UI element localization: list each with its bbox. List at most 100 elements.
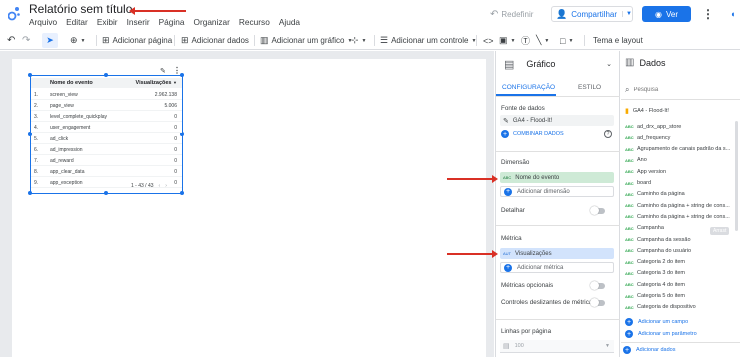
view-button[interactable]: ◉ Ver — [642, 6, 691, 22]
report-editor: Relatório sem título Arquivo Editar Exib… — [0, 0, 740, 357]
chevron-left-icon[interactable]: ‹ — [159, 183, 161, 189]
resize-handle[interactable] — [104, 73, 108, 77]
dimension-chip[interactable]: ABC Nome do evento — [500, 172, 614, 183]
resize-handle[interactable] — [28, 191, 32, 195]
tab-style[interactable]: ESTILO — [578, 84, 601, 91]
add-chart-button[interactable]: ▥ Adicionar um gráfico ▼ — [260, 33, 352, 48]
table-row[interactable]: 2. page_view 5.006 — [31, 100, 182, 111]
redo-button[interactable]: ↶ Redefinir — [490, 6, 533, 22]
field-item[interactable]: ABC Agrupamento de canais padrão da s... — [625, 144, 735, 155]
add-control-button[interactable]: ☰ Adicionar um controle ▼ — [380, 33, 476, 48]
table-row[interactable]: 4. user_engagement 0 — [31, 122, 182, 133]
redo-icon[interactable]: ↷ — [22, 33, 30, 48]
share-button[interactable]: 👤 Compartilhar ▼ — [551, 6, 633, 22]
account-avatar[interactable]: ◖ — [730, 6, 740, 22]
resize-handle[interactable] — [180, 191, 184, 195]
column-header-event-name[interactable]: Nome do evento — [50, 80, 93, 86]
more-options-icon[interactable]: ⋮ — [700, 6, 716, 22]
resize-handle[interactable] — [28, 73, 32, 77]
shape-icon[interactable]: □ ▼ — [560, 33, 573, 48]
data-source-item[interactable]: ▮ GA4 - Flood-It! — [625, 107, 669, 115]
toolbar-divider — [174, 35, 175, 46]
chevron-right-icon[interactable]: › — [165, 183, 167, 189]
table-chart[interactable]: Nome do evento Visualizações ▼ 1. screen_… — [28, 73, 184, 195]
theme-layout-button[interactable]: Tema e layout — [593, 33, 643, 48]
table-row[interactable]: 3. level_complete_quickplay 0 — [31, 111, 182, 122]
field-item[interactable]: ABC Categoria 3 do item — [625, 268, 735, 279]
add-data-label: Adicionar dados — [191, 36, 249, 45]
column-header-views[interactable]: Visualizações ▼ — [136, 80, 177, 86]
add-circle-icon: + — [625, 318, 633, 326]
add-circle-icon: + — [501, 130, 509, 138]
toolbar-divider — [254, 35, 255, 46]
undo-icon[interactable]: ↶ — [7, 33, 15, 48]
field-item[interactable]: ABC Categoria de dispositivo — [625, 302, 735, 313]
add-field-button[interactable]: + Adicionar um campo — [625, 318, 688, 326]
section-divider — [496, 319, 620, 320]
field-item[interactable]: ABC Ano — [625, 155, 735, 166]
scrollbar[interactable] — [735, 121, 738, 231]
image-icon[interactable]: ▣ ▼ — [499, 33, 515, 48]
select-tool[interactable]: ➤ — [42, 33, 58, 48]
menu-recurso[interactable]: Recurso — [239, 17, 270, 27]
field-item[interactable]: ABC ad_frequency — [625, 132, 735, 143]
menu-inserir[interactable]: Inserir — [127, 17, 150, 27]
add-circle-icon: + — [623, 346, 631, 354]
optional-metrics-label: Métricas opcionais — [501, 282, 554, 289]
field-item[interactable]: ABC Caminho da página — [625, 189, 735, 200]
field-item[interactable]: ABC Categoria 2 do item — [625, 257, 735, 268]
edit-pencil-icon[interactable]: ✎ — [160, 67, 166, 75]
add-page-button[interactable]: ⊞ Adicionar página — [102, 33, 172, 48]
rows-per-page-select[interactable]: ▤ 100 ▼ — [500, 340, 614, 353]
field-item[interactable]: ABC App version — [625, 166, 735, 177]
field-search[interactable]: ⌕ — [625, 84, 737, 96]
table-row[interactable]: 7. ad_reward 0 — [31, 155, 182, 166]
menu-exibir[interactable]: Exibir — [97, 17, 118, 27]
report-title[interactable]: Relatório sem título — [29, 2, 132, 16]
table-row[interactable]: 6. ad_impression 0 — [31, 144, 182, 155]
field-item[interactable]: ABC ad_drx_app_store — [625, 121, 735, 132]
add-control-label: Adicionar um controle — [391, 36, 469, 45]
field-item[interactable]: ABC Categoria 4 do item — [625, 279, 735, 290]
zoom-button[interactable]: ⊕ ▼ — [70, 33, 86, 48]
search-input[interactable] — [633, 87, 724, 93]
resize-handle[interactable] — [104, 191, 108, 195]
field-item[interactable]: ABC Caminho da página + string de cons... — [625, 211, 735, 222]
add-metric-button[interactable]: + Adicionar métrica — [500, 262, 614, 273]
drill-down-toggle[interactable] — [590, 206, 605, 215]
add-parameter-button[interactable]: + Adicionar um parâmetro — [625, 330, 697, 338]
tab-setup[interactable]: CONFIGURAÇÃO — [502, 84, 555, 91]
field-item[interactable]: ABC Categoria 5 do item — [625, 291, 735, 302]
field-item[interactable]: ABC Caminho da página + string de cons... — [625, 200, 735, 211]
table-row[interactable]: 5. ad_click 0 — [31, 133, 182, 144]
text-icon[interactable]: Ⓣ — [521, 33, 530, 48]
menu-ajuda[interactable]: Ajuda — [279, 17, 300, 27]
field-item[interactable]: ABC Campanha da sessão — [625, 234, 735, 245]
menu-editar[interactable]: Editar — [66, 17, 88, 27]
blend-data-button[interactable]: + COMBINAR DADOS — [501, 130, 564, 138]
data-source-chip[interactable]: ✎ GA4 - Flood-It! — [500, 115, 614, 126]
chart-type-selector[interactable]: ▤ Gráfico ⌄ — [504, 56, 614, 72]
toolbar-divider — [476, 35, 477, 46]
metric-sliders-toggle[interactable] — [590, 298, 605, 307]
field-item[interactable]: ABC board — [625, 178, 735, 189]
table-chart-icon: ▤ — [504, 58, 515, 71]
line-icon[interactable]: ╲ ▼ — [536, 33, 549, 48]
add-dimension-button[interactable]: + Adicionar dimensão — [500, 186, 614, 197]
code-embed-icon[interactable]: <> — [483, 33, 494, 48]
add-data-footer-button[interactable]: + Adicionar dados — [623, 346, 675, 354]
chart-menu-icon[interactable]: ⋮ — [173, 66, 181, 75]
community-viz-button[interactable]: ⊹ ▼ — [351, 33, 367, 48]
optional-metrics-toggle[interactable] — [590, 281, 605, 290]
table-row[interactable]: 1. screen_view 2.962.138 — [31, 89, 182, 100]
metric-sliders-label: Controles deslizantes de métrica — [501, 299, 593, 306]
field-item[interactable]: ABC Campanha do usuário — [625, 245, 735, 256]
menu-organizar[interactable]: Organizar — [193, 17, 229, 27]
table-header: Nome do evento Visualizações ▼ — [31, 78, 182, 88]
metric-chip[interactable]: AUT Visualizações — [500, 248, 614, 259]
menu-arquivo[interactable]: Arquivo — [29, 17, 57, 27]
help-icon[interactable]: ? — [604, 130, 612, 138]
add-data-button[interactable]: ⊞ Adicionar dados — [181, 33, 249, 48]
table-row[interactable]: 8. app_clear_data 0 — [31, 166, 182, 177]
menu-pagina[interactable]: Página — [159, 17, 185, 27]
